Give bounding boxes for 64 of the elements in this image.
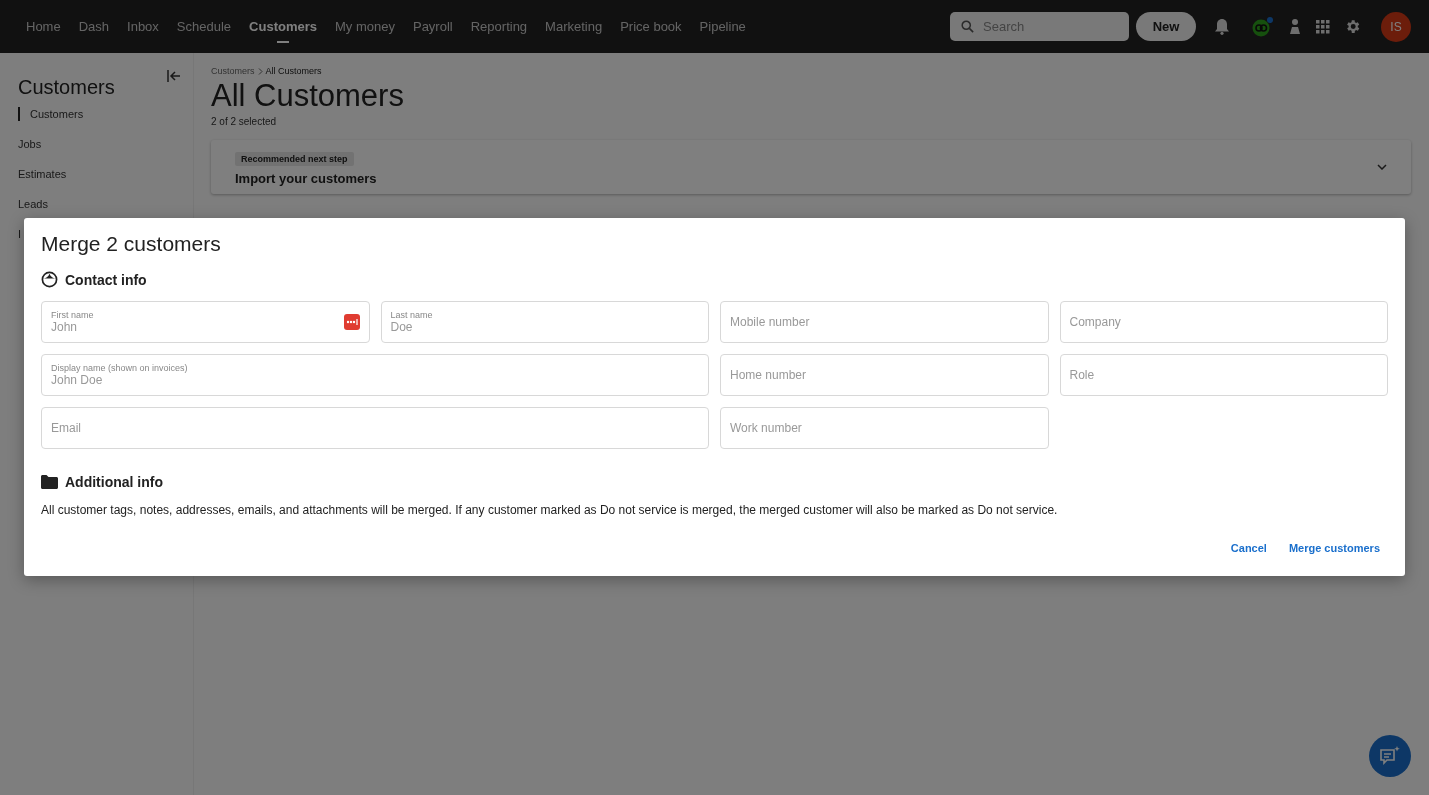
input-field[interactable]: Work number (720, 407, 1049, 449)
recommendation-tag: Recommended next step (235, 152, 354, 166)
field-placeholder: Role (1069, 367, 1096, 383)
sidebar-item[interactable]: Jobs (18, 137, 193, 151)
section-title: Additional info (65, 474, 163, 490)
field-label: First name (51, 309, 95, 320)
field-placeholder: Mobile number (730, 314, 811, 330)
nav-tab[interactable]: Customers (240, 13, 326, 40)
field-label: Display name (shown on invoices) (51, 362, 189, 373)
face-icon (41, 271, 58, 288)
dialog-title: Merge 2 customers (41, 232, 222, 256)
bell-icon[interactable] (1214, 18, 1230, 35)
user-avatar[interactable]: IS (1381, 11, 1411, 42)
nav-tab[interactable]: Price book (611, 13, 691, 40)
input-field[interactable]: Mobile number (720, 301, 1049, 343)
new-button[interactable]: New (1136, 12, 1196, 41)
field-label: Last name (390, 309, 434, 320)
field-value: Doe (390, 319, 414, 335)
person-pin-icon[interactable] (1288, 18, 1302, 35)
input-field[interactable]: First name John (41, 301, 370, 343)
cancel-button[interactable]: Cancel (1230, 542, 1267, 554)
nav-tab[interactable]: My money (326, 13, 404, 40)
apps-grid-icon[interactable] (1316, 19, 1330, 34)
field-value: John Doe (51, 372, 104, 388)
sidebar-item[interactable]: Customers (18, 107, 193, 121)
chevron-right-icon (257, 67, 263, 75)
input-field[interactable]: Role (1059, 354, 1388, 396)
page-title: All Customers (211, 78, 405, 114)
field-placeholder: Home number (730, 367, 808, 383)
sidebar-title: Customers (18, 76, 116, 99)
field-value: John (51, 319, 79, 335)
nav-tab[interactable]: Marketing (536, 13, 612, 40)
folder-icon (41, 475, 58, 489)
settings-icon[interactable] (1344, 18, 1361, 35)
nav-tab[interactable]: Pipeline (690, 13, 755, 40)
input-field[interactable]: Display name (shown on invoices) John Doe (41, 354, 709, 396)
field-placeholder: Email (51, 420, 82, 436)
ledger-app-icon[interactable] (1252, 16, 1274, 37)
chat-sparkle-icon (1379, 745, 1401, 767)
password-manager-icon[interactable] (343, 314, 360, 330)
input-field[interactable]: Home number (720, 354, 1049, 396)
breadcrumb-current: All Customers (265, 66, 322, 76)
breadcrumb-link[interactable]: Customers (211, 66, 255, 76)
field-placeholder: Work number (730, 420, 803, 436)
recommendation-title: Import your customers (235, 171, 377, 186)
nav-tab[interactable]: Inbox (118, 13, 168, 40)
merge-note: All customer tags, notes, addresses, emails, and attachments will be merged. If any customer marked as Do not service is merged, the merged customer will also be marked as Do not service. (41, 503, 1059, 517)
search-icon (960, 19, 975, 34)
sidebar-item[interactable]: Estimates (18, 167, 193, 181)
nav-tab[interactable]: Home (17, 13, 70, 40)
sidebar-item[interactable]: Leads (18, 197, 193, 211)
input-field[interactable]: Email (41, 407, 709, 449)
field-placeholder: Company (1069, 314, 1122, 330)
nav-tab[interactable]: Dash (69, 13, 119, 40)
collapse-icon[interactable] (167, 70, 181, 82)
nav-tab[interactable]: Payroll (403, 13, 462, 40)
selection-count: 2 of 2 selected (211, 116, 278, 127)
section-title: Contact info (65, 271, 147, 288)
nav-tab[interactable]: Reporting (461, 13, 537, 40)
input-field[interactable]: Company (1059, 301, 1388, 343)
chevron-down-icon[interactable] (1377, 164, 1387, 170)
input-field[interactable]: Last name Doe (380, 301, 709, 343)
nav-tab[interactable]: Schedule (167, 13, 241, 40)
merge-button[interactable]: Merge customers (1288, 542, 1380, 554)
